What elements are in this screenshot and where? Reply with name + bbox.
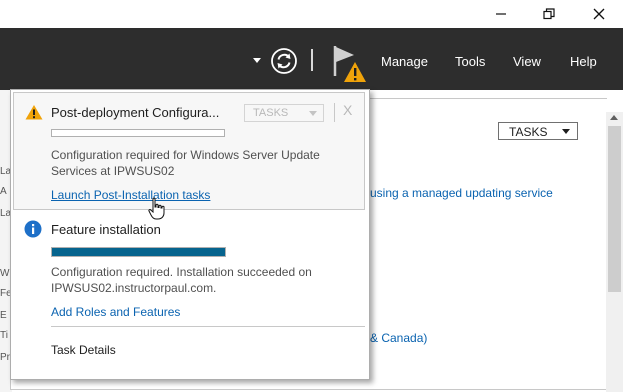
notification-title: Post-deployment Configura... (51, 105, 220, 120)
info-icon (24, 220, 42, 238)
menu-view[interactable]: View (513, 54, 541, 70)
tasks-label: TASKS (509, 125, 548, 139)
warning-icon (25, 105, 43, 120)
feature-installation-progress (51, 247, 226, 257)
refresh-icon[interactable] (270, 47, 298, 75)
launch-post-installation-link[interactable]: Launch Post-Installation tasks (51, 188, 210, 202)
close-icon (593, 8, 605, 20)
left-text-fragment: W (0, 268, 10, 279)
notification-message: Configuration required for Windows Serve… (51, 148, 320, 178)
task-details-link[interactable]: Task Details (51, 343, 116, 357)
flag-warning-icon[interactable] (330, 42, 370, 86)
minimize-icon (496, 13, 506, 15)
notification-separator (334, 103, 335, 122)
notifications-popup: Post-deployment Configura... TASKS X Con… (10, 89, 370, 380)
close-window-button[interactable] (576, 0, 622, 28)
header-separator (311, 49, 313, 71)
notification-message: Configuration required. Installation suc… (51, 265, 312, 295)
add-roles-and-features-link[interactable]: Add Roles and Features (51, 305, 180, 319)
vertical-scrollbar[interactable] (606, 112, 623, 392)
scroll-up-arrow-icon[interactable] (610, 115, 618, 120)
restore-icon (543, 8, 555, 20)
menu-help[interactable]: Help (570, 54, 597, 70)
hand-cursor-icon (148, 197, 165, 220)
chevron-down-icon (309, 111, 317, 116)
left-text-fragment: A (0, 186, 7, 197)
chevron-down-icon (562, 129, 570, 134)
menu-tools[interactable]: Tools (455, 54, 485, 70)
left-text-fragment: Ti (0, 330, 8, 341)
dismiss-notification-button[interactable]: X (343, 102, 352, 118)
tasks-dropdown[interactable]: TASKS (498, 122, 578, 140)
notification-title: Feature installation (51, 222, 161, 237)
divider (51, 326, 365, 327)
progress-fill (52, 248, 225, 256)
left-text-fragment: Pr (0, 352, 10, 363)
scroll-thumb[interactable] (608, 126, 621, 292)
timezone-link[interactable]: & Canada) (370, 331, 427, 345)
menu-manage[interactable]: Manage (381, 54, 428, 70)
notification-tasks-label: TASKS (253, 107, 289, 119)
minimize-button[interactable] (478, 0, 524, 28)
history-dropdown-caret[interactable] (253, 58, 261, 63)
left-text-fragment: E (0, 310, 7, 321)
notification-tasks-dropdown[interactable]: TASKS (244, 104, 324, 122)
server-manager-header: Manage Tools View Help (0, 28, 623, 90)
window-title-bar (0, 0, 623, 28)
post-deployment-progress (51, 129, 225, 137)
managed-updating-link[interactable]: using a managed updating service (370, 186, 553, 200)
restore-button[interactable] (526, 0, 572, 28)
